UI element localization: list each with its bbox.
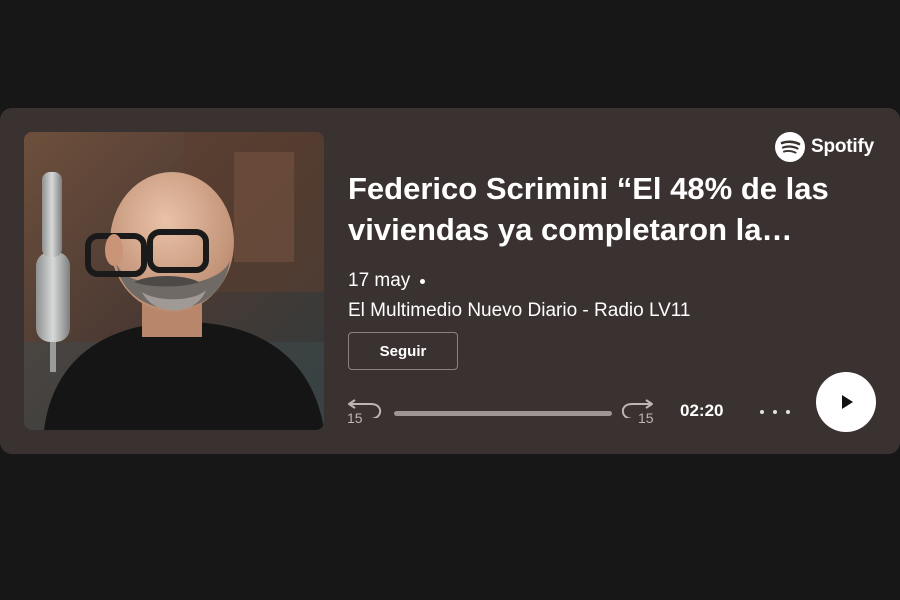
skip-forward-15-button[interactable]: 15 <box>622 396 662 430</box>
skip-forward-label: 15 <box>638 410 654 426</box>
episode-date: 17 may <box>348 270 411 291</box>
cover-illustration <box>24 132 324 430</box>
remaining-time: 02:20 <box>680 401 724 420</box>
play-button[interactable] <box>816 372 876 432</box>
page: Spotify Federico Scrimini “El 48% de las… <box>0 0 900 600</box>
skip-back-label: 15 <box>347 410 363 426</box>
follow-button[interactable]: Seguir <box>348 332 458 370</box>
progress-bar[interactable] <box>394 411 612 416</box>
episode-meta: 17 may <box>348 270 426 292</box>
ellipsis-icon <box>773 410 777 414</box>
separator-dot <box>420 278 426 284</box>
play-icon <box>842 395 853 409</box>
skip-back-15-button[interactable]: 15 <box>345 396 385 430</box>
spotify-brand-link[interactable]: Spotify <box>775 132 874 162</box>
episode-title[interactable]: Federico Scrimini “El 48% de las viviend… <box>348 168 873 250</box>
spotify-logo-icon <box>775 132 805 162</box>
more-options-button[interactable] <box>760 404 790 420</box>
ellipsis-icon <box>760 410 764 414</box>
spotify-episode-embed: Spotify Federico Scrimini “El 48% de las… <box>0 108 900 454</box>
episode-cover-image[interactable] <box>24 132 324 430</box>
show-name[interactable]: El Multimedio Nuevo Diario - Radio LV11 <box>348 300 691 322</box>
ellipsis-icon <box>786 410 790 414</box>
spotify-wordmark: Spotify <box>811 136 874 157</box>
